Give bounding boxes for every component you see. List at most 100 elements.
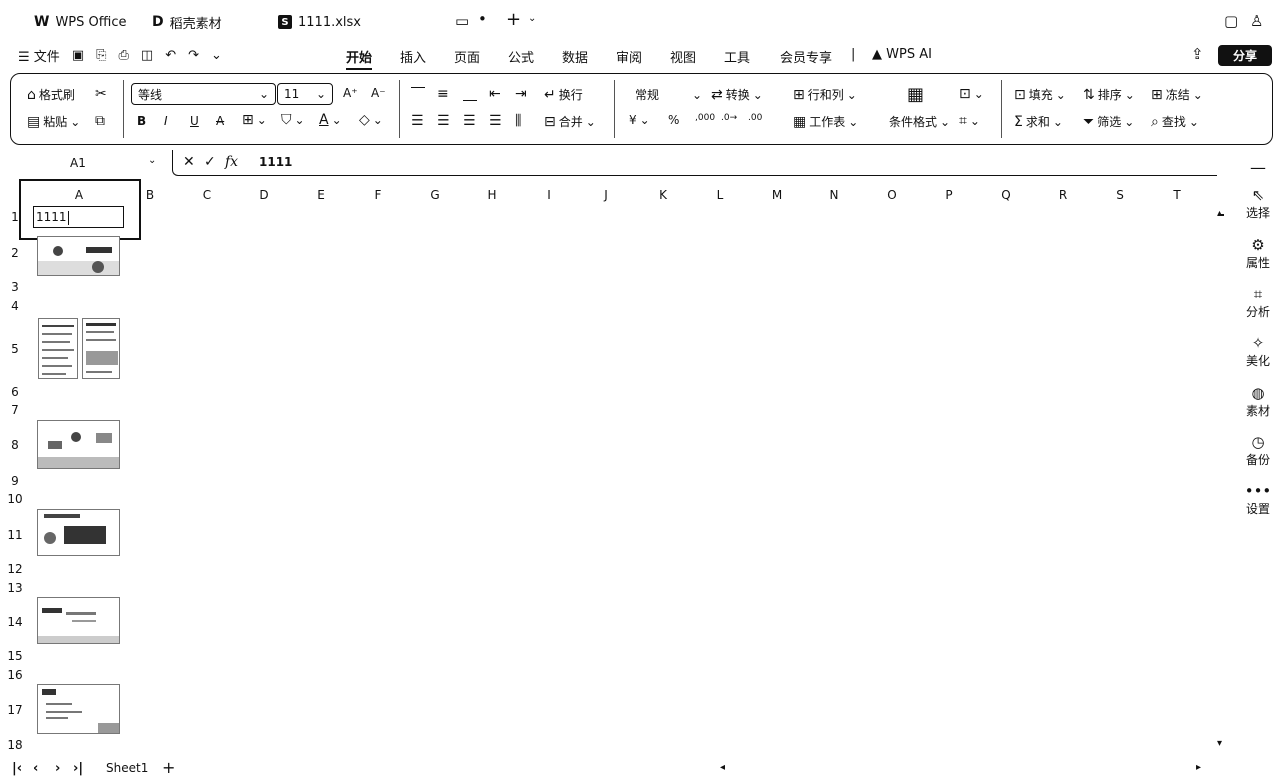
indent-increase-button[interactable]: ⇥ (515, 86, 527, 102)
column-header[interactable]: E (306, 188, 336, 202)
cut-button[interactable]: ✂ (95, 86, 107, 102)
scroll-left-icon[interactable]: ◂ (720, 762, 725, 773)
cond-format-icon[interactable]: ▦ (907, 84, 924, 105)
chevron-down-icon[interactable]: ⌄ (211, 48, 222, 63)
column-header[interactable]: H (477, 188, 507, 202)
distribute-button[interactable]: ⫼ (515, 113, 521, 129)
row-header[interactable]: 7 (4, 403, 26, 417)
column-header[interactable]: Q (991, 188, 1021, 202)
column-header[interactable]: G (420, 188, 450, 202)
name-box[interactable]: A1 (70, 156, 86, 170)
last-sheet-icon[interactable]: ›| (73, 761, 83, 776)
increase-decimal-button[interactable]: .0→ (721, 113, 737, 123)
undo-icon[interactable]: ↶ (165, 48, 176, 63)
sidebar-properties[interactable]: ⚙ 属性 (1240, 236, 1276, 271)
font-color-button[interactable]: A ⌄ (319, 112, 342, 128)
currency-button[interactable]: ¥ ⌄ (629, 113, 650, 127)
fill-button[interactable]: ⊡ 填充 ⌄ (1014, 86, 1066, 103)
column-header[interactable]: S (1105, 188, 1135, 202)
prev-sheet-icon[interactable]: ‹ (33, 761, 38, 776)
window-icon[interactable]: ▢ (1224, 12, 1238, 30)
strikethrough-button[interactable]: A (216, 114, 224, 128)
collapse-icon[interactable]: — (1250, 158, 1266, 177)
embedded-image[interactable] (37, 420, 120, 469)
monitor-icon[interactable]: ▭ (455, 12, 469, 30)
row-header[interactable]: 12 (4, 562, 26, 576)
row-header[interactable]: 8 (4, 438, 26, 452)
font-shrink-button[interactable]: A⁻ (371, 86, 386, 100)
row-header[interactable]: 18 (4, 738, 26, 752)
column-header[interactable]: N (819, 188, 849, 202)
format-painter-button[interactable]: ⌂ 格式刷 (27, 86, 75, 103)
sidebar-settings[interactable]: ••• 设置 (1240, 482, 1276, 517)
row-header[interactable]: 14 (4, 615, 26, 629)
next-sheet-icon[interactable]: › (55, 761, 60, 776)
row-header[interactable]: 11 (4, 528, 26, 542)
row-header[interactable]: 13 (4, 581, 26, 595)
paste-button[interactable]: ▤ 粘贴 ⌄ (27, 113, 80, 130)
percent-button[interactable]: % (668, 113, 679, 127)
vertical-scrollbar-thumb[interactable] (1218, 214, 1224, 216)
menu-insert[interactable]: 插入 (400, 47, 426, 66)
row-header[interactable]: 5 (4, 342, 26, 356)
column-header[interactable]: C (192, 188, 222, 202)
column-header[interactable]: D (249, 188, 279, 202)
row-header[interactable]: 3 (4, 280, 26, 294)
sidebar-materials[interactable]: ◍ 素材 (1240, 384, 1276, 419)
print-icon[interactable]: ⎙ (119, 48, 129, 63)
new-tab-icon[interactable]: + (506, 9, 521, 30)
chevron-down-icon[interactable]: ⌄ (528, 13, 536, 24)
menu-home[interactable]: 开始 (346, 47, 373, 70)
font-grow-button[interactable]: A⁺ (343, 86, 358, 100)
formula-input[interactable]: 1111 (259, 155, 292, 169)
column-header[interactable]: M (762, 188, 792, 202)
column-header[interactable]: I (534, 188, 564, 202)
font-name-select[interactable]: 等线 ⌄ (131, 83, 276, 105)
italic-button[interactable]: I (164, 114, 168, 128)
column-header[interactable]: O (877, 188, 907, 202)
row-header[interactable]: 4 (4, 299, 26, 313)
share-button[interactable]: 分享 (1218, 45, 1272, 66)
scroll-right-icon[interactable]: ▸ (1196, 762, 1201, 773)
underline-button[interactable]: U (190, 114, 199, 128)
confirm-icon[interactable]: ✓ (204, 154, 216, 170)
row-header[interactable]: 2 (4, 246, 26, 260)
tab-file[interactable]: S 1111.xlsx (278, 12, 361, 32)
embedded-image[interactable] (38, 318, 78, 379)
redo-icon[interactable]: ↷ (188, 48, 199, 63)
column-header[interactable]: L (705, 188, 735, 202)
decrease-decimal-button[interactable]: .00 (748, 113, 762, 123)
tab-wps-office[interactable]: W WPS Office (34, 12, 126, 32)
sum-button[interactable]: Σ 求和 ⌄ (1014, 113, 1063, 130)
column-header[interactable]: R (1048, 188, 1078, 202)
scroll-down-icon[interactable]: ▾ (1217, 738, 1222, 749)
menu-tools[interactable]: 工具 (724, 47, 750, 66)
row-header[interactable]: 16 (4, 668, 26, 682)
sidebar-beautify[interactable]: ✧ 美化 (1240, 334, 1276, 369)
row-header[interactable]: 10 (4, 492, 26, 506)
align-bottom-button[interactable]: ⎽ (463, 86, 477, 102)
save-icon[interactable]: ▣ (72, 48, 84, 63)
border-button[interactable]: ⊞ ⌄ (242, 112, 267, 128)
font-size-select[interactable]: 11 ⌄ (277, 83, 333, 105)
menu-file[interactable]: ☰ 文件 (18, 46, 60, 65)
sidebar-select[interactable]: ⇖ 选择 (1240, 186, 1276, 221)
chevron-down-icon[interactable]: ⌄ (148, 155, 156, 166)
user-icon[interactable]: ♙ (1250, 12, 1263, 30)
column-header[interactable]: K (648, 188, 678, 202)
row-header[interactable]: 9 (4, 474, 26, 488)
menu-data[interactable]: 数据 (562, 47, 588, 66)
filter-button[interactable]: ⏷ 筛选 ⌄ (1083, 113, 1134, 130)
first-sheet-icon[interactable]: |‹ (12, 761, 22, 776)
preview-icon[interactable]: ◫ (141, 48, 153, 63)
cell-editor[interactable]: 1111 (33, 206, 124, 228)
menu-review[interactable]: 审阅 (616, 47, 642, 66)
export-icon[interactable]: ⎘ (96, 48, 106, 63)
align-middle-button[interactable]: ≡ (437, 86, 449, 102)
menu-page[interactable]: 页面 (454, 47, 480, 66)
column-header[interactable]: T (1162, 188, 1192, 202)
menu-formula[interactable]: 公式 (508, 47, 534, 66)
row-header[interactable]: 15 (4, 649, 26, 663)
number-format-select[interactable]: 常规 ⌄ (635, 86, 702, 103)
wrap-text-button[interactable]: ↵ 换行 (544, 86, 583, 103)
